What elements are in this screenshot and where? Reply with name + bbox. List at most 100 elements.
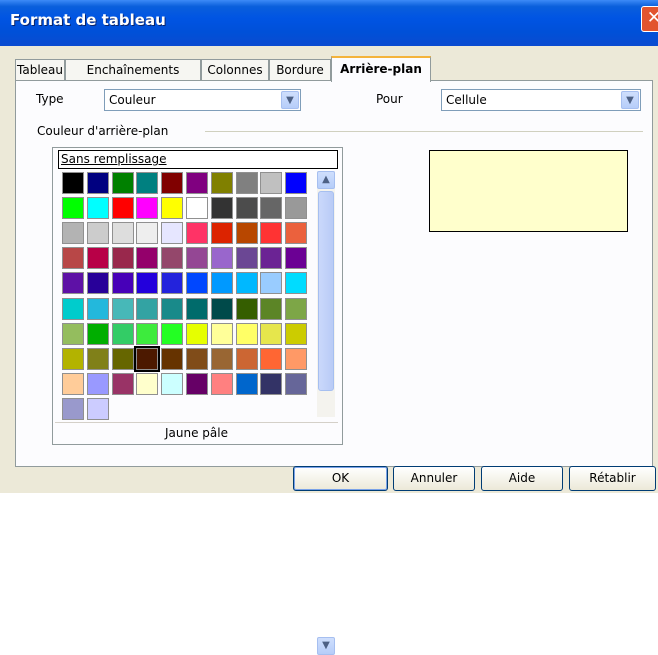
color-swatch[interactable] [211,172,233,194]
color-swatch[interactable] [62,272,84,294]
color-swatch[interactable] [134,346,160,372]
color-swatch[interactable] [211,247,233,269]
tab-bordure[interactable]: Bordure [269,59,331,80]
color-swatch[interactable] [62,348,84,370]
color-swatch[interactable] [285,247,307,269]
color-swatch[interactable] [285,373,307,395]
color-swatch[interactable] [211,272,233,294]
color-swatch[interactable] [260,323,282,345]
color-swatch[interactable] [211,222,233,244]
color-swatch[interactable] [161,272,183,294]
color-swatch[interactable] [161,348,183,370]
color-swatch[interactable] [211,348,233,370]
scroll-up-icon[interactable]: ▲ [317,171,335,189]
color-swatch[interactable] [87,247,109,269]
color-swatch[interactable] [285,272,307,294]
color-swatch[interactable] [236,172,258,194]
tab-enchainements[interactable]: Enchaînements [65,59,201,80]
color-swatch[interactable] [62,247,84,269]
color-swatch[interactable] [186,222,208,244]
title-bar[interactable]: Format de tableau ✕ [0,0,658,46]
color-swatch[interactable] [285,172,307,194]
color-swatch[interactable] [136,323,158,345]
color-swatch[interactable] [260,373,282,395]
color-swatch[interactable] [236,197,258,219]
color-swatch[interactable] [87,298,109,320]
color-swatch[interactable] [112,247,134,269]
color-swatch[interactable] [112,172,134,194]
color-swatch[interactable] [136,172,158,194]
color-swatch[interactable] [161,247,183,269]
color-swatch[interactable] [136,373,158,395]
color-swatch[interactable] [236,373,258,395]
color-swatch[interactable] [62,197,84,219]
color-swatch[interactable] [161,172,183,194]
color-swatch[interactable] [260,197,282,219]
ok-button[interactable]: OK [293,466,388,491]
color-swatch[interactable] [87,222,109,244]
color-swatch[interactable] [260,222,282,244]
color-swatch[interactable] [161,323,183,345]
color-swatch[interactable] [260,298,282,320]
color-swatch[interactable] [211,373,233,395]
color-swatch[interactable] [112,197,134,219]
color-swatch[interactable] [186,323,208,345]
tab-colonnes[interactable]: Colonnes [201,59,269,80]
chevron-down-icon[interactable]: ▼ [621,91,639,109]
color-swatch[interactable] [236,348,258,370]
color-swatch[interactable] [62,172,84,194]
color-swatch[interactable] [211,197,233,219]
help-button[interactable]: Aide [481,466,563,491]
type-select[interactable]: Couleur ▼ [104,89,301,111]
color-swatch[interactable] [87,323,109,345]
color-swatch[interactable] [186,298,208,320]
palette-scrollbar[interactable]: ▲ ▼ [317,171,335,655]
color-swatch[interactable] [285,197,307,219]
color-swatch[interactable] [87,373,109,395]
color-swatch[interactable] [285,348,307,370]
color-swatch[interactable] [62,323,84,345]
color-swatch[interactable] [62,398,84,420]
color-swatch[interactable] [112,222,134,244]
color-swatch[interactable] [161,298,183,320]
color-swatch[interactable] [236,272,258,294]
color-swatch[interactable] [87,272,109,294]
color-swatch[interactable] [260,247,282,269]
color-swatch[interactable] [87,398,109,420]
color-swatch[interactable] [260,272,282,294]
color-swatch[interactable] [211,298,233,320]
color-swatch[interactable] [136,197,158,219]
color-swatch[interactable] [112,373,134,395]
scroll-thumb[interactable] [318,191,334,391]
color-swatch[interactable] [62,373,84,395]
scroll-down-icon[interactable]: ▼ [317,637,335,655]
color-swatch[interactable] [62,298,84,320]
chevron-down-icon[interactable]: ▼ [281,91,299,109]
color-swatch[interactable] [186,373,208,395]
color-swatch[interactable] [136,272,158,294]
close-icon[interactable]: ✕ [641,6,658,32]
color-swatch[interactable] [211,323,233,345]
color-swatch[interactable] [87,197,109,219]
color-swatch[interactable] [136,222,158,244]
color-swatch[interactable] [62,222,84,244]
color-swatch[interactable] [236,247,258,269]
color-swatch[interactable] [285,222,307,244]
color-swatch[interactable] [161,222,183,244]
color-swatch[interactable] [112,272,134,294]
color-swatch[interactable] [136,247,158,269]
color-swatch[interactable] [236,298,258,320]
color-swatch[interactable] [186,247,208,269]
color-swatch[interactable] [236,323,258,345]
tab-tableau[interactable]: Tableau [15,59,65,80]
color-swatch[interactable] [87,172,109,194]
color-swatch[interactable] [161,373,183,395]
no-fill-button[interactable]: Sans remplissage [57,149,339,170]
color-swatch[interactable] [186,348,208,370]
color-swatch[interactable] [87,348,109,370]
color-swatch[interactable] [136,298,158,320]
color-swatch[interactable] [186,272,208,294]
tab-arriere-plan[interactable]: Arrière-plan [331,56,431,82]
color-swatch[interactable] [186,172,208,194]
color-swatch[interactable] [285,323,307,345]
